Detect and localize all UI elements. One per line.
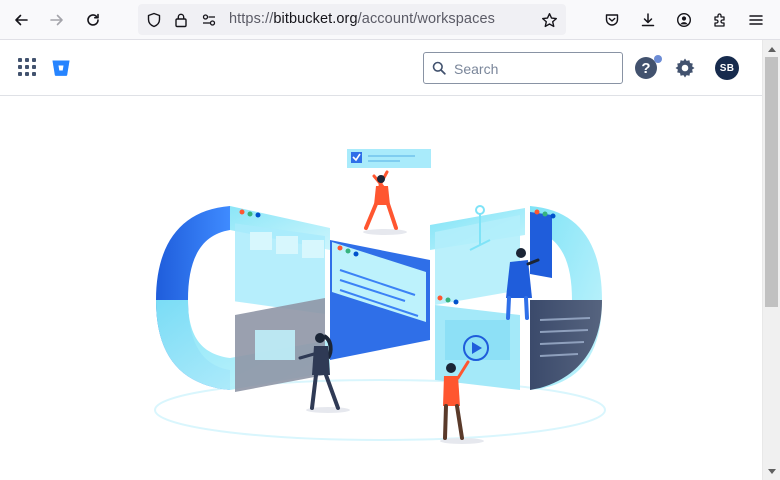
menu-button[interactable] [744, 8, 768, 32]
search-input[interactable] [454, 59, 614, 79]
menu-icon [749, 15, 763, 25]
url-path: /account/workspaces [357, 11, 495, 27]
notification-dot [654, 55, 662, 63]
back-icon [15, 14, 28, 26]
account-button[interactable] [672, 8, 696, 32]
search-icon [432, 61, 446, 75]
permissions-icon[interactable] [200, 11, 218, 29]
bitbucket-logo-icon[interactable] [51, 58, 71, 78]
extensions-icon [714, 13, 725, 27]
lock-icon[interactable] [172, 11, 190, 29]
avatar[interactable]: SB [715, 56, 739, 80]
browser-toolbar: https://bitbucket.org/account/workspaces [0, 0, 780, 40]
search-field[interactable] [423, 52, 623, 84]
forward-button[interactable] [45, 8, 69, 32]
extensions-button[interactable] [708, 8, 732, 32]
workspaces-hero-illustration [154, 149, 606, 444]
app-header: ? SB [0, 40, 762, 96]
person-top [363, 170, 407, 235]
url-prefix: https:// [229, 11, 274, 27]
pocket-icon [605, 14, 619, 26]
url-text[interactable]: https://bitbucket.org/account/workspaces [229, 11, 495, 27]
reload-icon [87, 13, 99, 26]
scroll-up-arrow-icon[interactable] [763, 40, 780, 57]
downloads-button[interactable] [636, 8, 660, 32]
page-scrollbar[interactable] [762, 40, 780, 480]
scroll-down-arrow-icon[interactable] [763, 463, 780, 480]
reload-button[interactable] [81, 8, 105, 32]
download-icon [641, 13, 655, 27]
account-icon [676, 12, 692, 28]
url-bar[interactable]: https://bitbucket.org/account/workspaces [138, 4, 566, 35]
gear-icon[interactable] [673, 56, 697, 80]
back-button[interactable] [9, 8, 33, 32]
scrollbar-thumb[interactable] [765, 57, 778, 307]
forward-icon [50, 14, 63, 26]
app-switcher-icon[interactable] [18, 58, 36, 76]
url-domain: bitbucket.org [273, 11, 358, 27]
shield-icon[interactable] [145, 11, 163, 29]
bookmark-star-icon[interactable] [540, 11, 558, 29]
pocket-button[interactable] [600, 8, 624, 32]
